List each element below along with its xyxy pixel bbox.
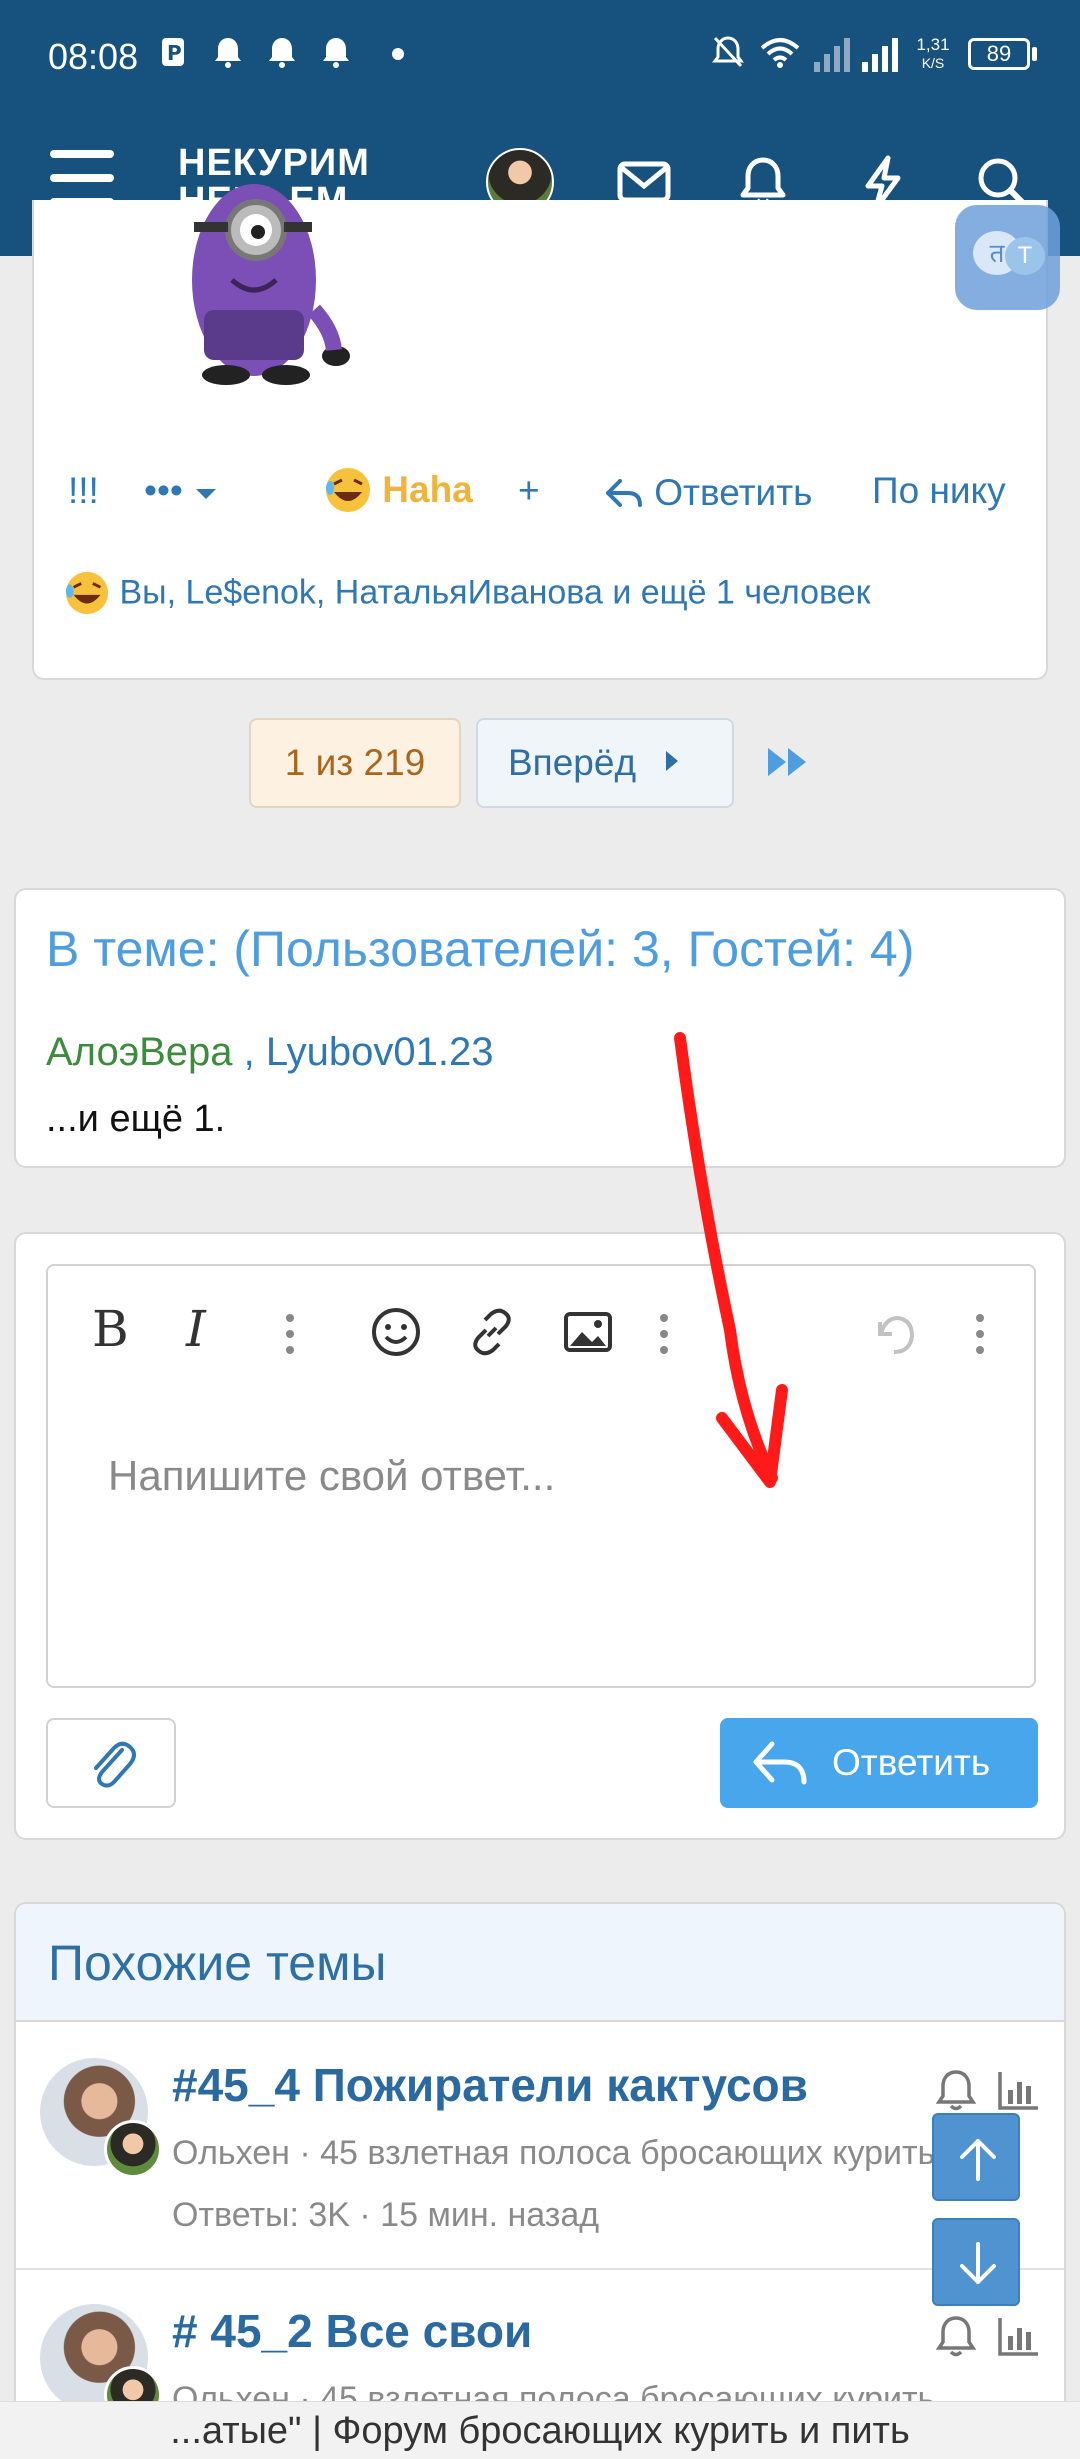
report-link[interactable]: !!! xyxy=(68,470,99,512)
reply-arrow-icon xyxy=(753,1741,807,1785)
battery-level: 89 xyxy=(986,41,1012,66)
caret-down-icon xyxy=(196,489,217,499)
more-vertical-icon[interactable] xyxy=(284,1312,296,1356)
attach-button[interactable] xyxy=(46,1718,176,1808)
minion-sticker-image xyxy=(192,184,350,385)
reply-link-label: Ответить xyxy=(654,472,813,514)
translate-t-icon: T xyxy=(1005,237,1045,275)
thread-stats: Ответы: 3K · 15 мин. назад xyxy=(172,2196,600,2234)
online-more: ...и ещё 1. xyxy=(46,1098,226,1140)
link-icon[interactable] xyxy=(466,1306,518,1358)
scroll-down-button[interactable] xyxy=(932,2218,1020,2306)
thread-title[interactable]: # 45_2 Все свои xyxy=(172,2304,532,2358)
battery-indicator: 89 xyxy=(968,38,1030,70)
by-nick-link[interactable]: По нику xyxy=(872,470,1006,512)
reply-link[interactable]: Ответить xyxy=(604,470,812,514)
caret-right-icon xyxy=(666,751,679,771)
mute-bell-icon xyxy=(712,36,744,68)
paperclip-icon xyxy=(94,1741,136,1788)
online-users-list: АлоэВера , Lyubov01.23 xyxy=(46,1030,494,1075)
status-bar: 08:08 P 1,31 K/S 89 xyxy=(0,0,1080,110)
stats-icon[interactable] xyxy=(996,2314,1040,2358)
similar-threads-card: Похожие темы #45_4 Пожиратели кактусов О… xyxy=(14,1902,1066,2459)
add-reaction-button[interactable]: + xyxy=(518,470,540,512)
haha-reaction-button[interactable]: Haha xyxy=(324,466,473,514)
reactions-summary[interactable]: Вы, Le$enok, НатальяИванова и ещё 1 чело… xyxy=(64,570,870,616)
svg-text:I: I xyxy=(185,1300,207,1356)
signal-icon xyxy=(814,38,850,72)
more-vertical-icon[interactable] xyxy=(974,1312,986,1356)
current-page-button[interactable]: 1 из 219 xyxy=(249,718,461,808)
online-users-card: В теме: (Пользователей: 3, Гостей: 4) Ал… xyxy=(14,888,1066,1168)
reply-submit-button[interactable]: Ответить xyxy=(720,1718,1038,1808)
signal-icon xyxy=(862,38,898,72)
italic-icon[interactable]: I xyxy=(180,1300,220,1356)
annotation-arrow xyxy=(674,1032,788,1488)
post-card: !!! ••• Haha + Ответить По нику Вы, Le$e… xyxy=(32,184,1050,680)
reply-placeholder: Напишите свой ответ... xyxy=(108,1452,556,1499)
svg-text:P: P xyxy=(167,41,182,65)
svg-text:B: B xyxy=(92,1300,129,1356)
watch-bell-icon[interactable] xyxy=(934,2314,978,2358)
reply-editor[interactable]: B I Напишите свой ответ... xyxy=(46,1264,1036,1688)
online-user-link[interactable]: Lyubov01.23 xyxy=(266,1030,494,1074)
haha-label: Haha xyxy=(382,469,473,510)
more-dots: ••• xyxy=(144,470,183,511)
more-options[interactable]: ••• xyxy=(144,470,219,512)
watch-bell-icon[interactable] xyxy=(934,2068,978,2112)
last-poster-avatar[interactable] xyxy=(104,2120,162,2178)
wifi-icon xyxy=(760,38,800,68)
laughing-emoji-icon xyxy=(65,571,109,615)
menu-icon[interactable] xyxy=(50,150,114,206)
notification-bell-icon xyxy=(269,38,295,68)
notification-bell-icon xyxy=(215,38,241,68)
reply-form: B I Напишите свой ответ... Ответить xyxy=(14,1232,1066,1840)
page-title-bar: ...атые" | Форум бросающих курить и пить xyxy=(0,2401,1080,2459)
online-title: В теме: (Пользователей: 3, Гостей: 4) xyxy=(46,921,915,977)
reply-submit-label: Ответить xyxy=(832,1742,991,1783)
online-user-link[interactable]: АлоэВера xyxy=(46,1030,233,1074)
last-page-icon[interactable] xyxy=(766,744,810,780)
thread-meta: Ольхен · 45 взлетная полоса бросающих ку… xyxy=(172,2134,936,2172)
user-separator: , xyxy=(232,1030,266,1074)
speed-unit: K/S xyxy=(921,55,945,71)
post-actions: !!! ••• Haha + Ответить По нику xyxy=(34,460,1050,530)
similar-threads-header: Похожие темы xyxy=(16,1904,1064,2022)
network-speed: 1,31 K/S xyxy=(908,36,958,72)
next-page-label: Вперёд xyxy=(508,742,637,783)
scroll-up-button[interactable] xyxy=(932,2113,1020,2201)
reactions-text: Вы, Le$enok, НатальяИванова и ещё 1 чело… xyxy=(119,573,871,612)
list-item[interactable]: #45_4 Пожиратели кактусов Ольхен · 45 вз… xyxy=(16,2024,1064,2266)
next-page-button[interactable]: Вперёд xyxy=(476,718,734,808)
status-time: 08:08 xyxy=(48,36,139,77)
dot-icon xyxy=(392,48,404,60)
similar-threads-title: Похожие темы xyxy=(48,1935,387,1991)
bold-icon[interactable]: B xyxy=(88,1300,132,1356)
smiley-icon[interactable] xyxy=(370,1306,422,1358)
laughing-emoji-icon xyxy=(326,468,370,512)
reply-arrow-icon xyxy=(606,479,642,508)
arrow-down-icon xyxy=(960,2242,996,2284)
translate-fab[interactable]: त T xyxy=(955,205,1060,310)
image-icon[interactable] xyxy=(562,1308,614,1356)
speed-value: 1,31 xyxy=(916,35,950,54)
notification-bell-icon xyxy=(323,38,349,68)
undo-icon[interactable] xyxy=(868,1308,920,1360)
parking-icon: P xyxy=(162,38,184,66)
stats-icon[interactable] xyxy=(996,2068,1040,2112)
thread-title[interactable]: #45_4 Пожиратели кактусов xyxy=(172,2058,808,2112)
battery-tip xyxy=(1032,47,1037,61)
arrow-up-icon xyxy=(960,2139,996,2181)
